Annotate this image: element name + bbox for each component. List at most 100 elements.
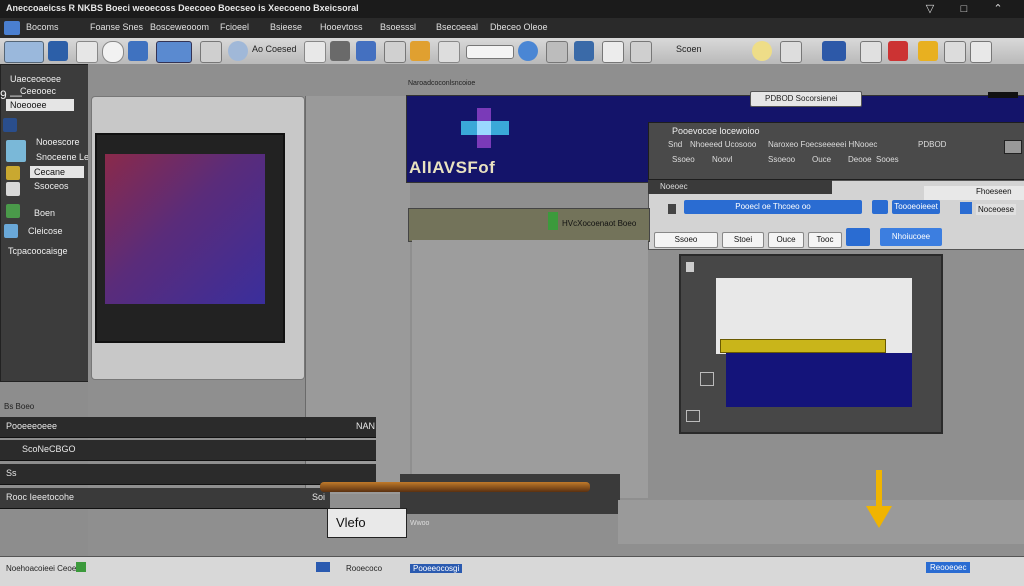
popup-field-1[interactable]: Snd: [668, 140, 682, 149]
popup-close-button[interactable]: [1004, 140, 1022, 154]
sidebar-item-selected[interactable]: Noeooee: [6, 99, 74, 111]
status-ok-icon: [76, 562, 86, 572]
print-icon[interactable]: [438, 41, 460, 63]
note-icon[interactable]: [918, 41, 938, 61]
sidebar-item-6[interactable]: Ssoceos: [34, 181, 69, 191]
star-icon[interactable]: [410, 41, 430, 61]
popup-title: Pooevocoe locewoioo: [672, 126, 760, 136]
dialog-primary-button[interactable]: Pooecl oe Thcoeo oo: [684, 200, 862, 214]
popup-field-4[interactable]: PDBOD: [918, 140, 946, 149]
viewer-handle-icon[interactable]: [700, 372, 714, 386]
menu-item-7[interactable]: Bsoesssl: [380, 22, 416, 32]
sidebar-item-1[interactable]: Uaeceoeoee: [10, 74, 61, 84]
film-icon[interactable]: [330, 41, 350, 61]
page-icon-2[interactable]: [970, 41, 992, 63]
popup-field-3[interactable]: Naroxeo Foecseeeeei HNooec: [768, 140, 877, 149]
flag-icon[interactable]: [888, 41, 908, 61]
close-button[interactable]: ⌃: [990, 2, 1006, 16]
sidebar-item-5[interactable]: Cecane: [30, 166, 84, 178]
file-tab-button[interactable]: [4, 41, 44, 63]
tree-icon: [6, 204, 20, 218]
dialog-right-check[interactable]: [960, 202, 972, 214]
menu-item-9[interactable]: Dbeceo Oleoe: [490, 22, 548, 32]
globe-icon[interactable]: [48, 41, 68, 61]
doc-icon-2[interactable]: [860, 41, 882, 63]
banner-window-controls[interactable]: [988, 92, 1018, 98]
list-icon[interactable]: [384, 41, 406, 63]
toolbar-label-1[interactable]: Ao Coesed: [252, 44, 297, 54]
menu-item-4[interactable]: Fcioeel: [220, 22, 249, 32]
popup-opt-3[interactable]: Ssoeoo: [768, 155, 795, 164]
folder-icon[interactable]: [356, 41, 376, 61]
menu-item-3[interactable]: Bosceweooom: [150, 22, 209, 32]
disc-icon[interactable]: [228, 41, 248, 61]
chart-icon[interactable]: [822, 41, 846, 61]
minimize-button[interactable]: ▽: [922, 2, 938, 16]
preview-screen[interactable]: [105, 154, 265, 304]
dialog-tab-3[interactable]: Ouce: [768, 232, 804, 248]
viewer-corner-icon[interactable]: [686, 410, 700, 422]
dialog-left-handle[interactable]: [668, 204, 676, 214]
bulb-icon[interactable]: [752, 41, 772, 61]
clip-label: Vlefo: [336, 515, 366, 530]
dialog-secondary-button[interactable]: Toooeoieeet: [892, 200, 940, 214]
lower-panel-label: HVcXocoenaot Boeo: [562, 219, 637, 228]
viewer-highlight-bar[interactable]: [720, 339, 886, 353]
popup-opt-5[interactable]: Deooe: [848, 155, 872, 164]
tag-icon[interactable]: [780, 41, 802, 63]
scrub-bar[interactable]: [320, 482, 590, 492]
dialog-side-icon[interactable]: [872, 200, 888, 214]
toolbar-label-2[interactable]: Scoen: [676, 44, 702, 54]
popup-opt-2[interactable]: Noovl: [712, 155, 732, 164]
globe-icon-2[interactable]: [518, 41, 538, 61]
menu-item-1[interactable]: Bocoms: [26, 22, 59, 32]
logo-cross-icon: [461, 108, 509, 148]
grid-icon[interactable]: [200, 41, 222, 63]
monitor-icon[interactable]: [574, 41, 594, 61]
timeline-track: [400, 474, 620, 514]
timeline-row-value-4: Soi: [312, 492, 326, 502]
banner-search-label: PDBOD Socorsienei: [765, 94, 838, 103]
dialog-right-label-2[interactable]: Noceoese: [976, 204, 1017, 215]
doc-icon: [6, 182, 20, 196]
maximize-button[interactable]: □: [956, 2, 972, 16]
sheet-icon[interactable]: [944, 41, 966, 63]
person-icon: [6, 140, 26, 162]
banner-tab-label[interactable]: Naroadcoconlsncoioe: [408, 80, 475, 87]
timeline-row-label-2: ScoNeCBGO: [22, 444, 76, 454]
dialog-tab-1[interactable]: Ssoeo: [654, 232, 718, 248]
menu-item-6[interactable]: Hooevtoss: [320, 22, 363, 32]
image-icon[interactable]: [128, 41, 148, 61]
tools-icon[interactable]: [546, 41, 568, 63]
popup-opt-4[interactable]: Ouce: [812, 155, 831, 164]
dialog-icon-button[interactable]: [846, 228, 870, 246]
sidebar-item-4[interactable]: Snoceene Le: [36, 152, 89, 162]
status-right[interactable]: Reooeoec: [926, 562, 971, 573]
status-center: Rooecoco: [346, 564, 383, 573]
page-icon[interactable]: [76, 41, 98, 63]
menu-item-8[interactable]: Bsecoeeal: [436, 22, 478, 32]
dialog-blue-button[interactable]: Nhoiucoee: [880, 228, 942, 246]
folder-icon: [3, 118, 17, 132]
sidebar-item-7[interactable]: Boen: [34, 208, 55, 218]
settings-icon[interactable]: [602, 41, 624, 63]
dialog-tab-2[interactable]: Stoei: [722, 232, 764, 248]
status-center-2[interactable]: Pooeeocosgi: [410, 564, 463, 573]
doc-icon[interactable]: [304, 41, 326, 63]
sidebar-panel: [0, 64, 90, 382]
circle-icon[interactable]: [102, 41, 124, 63]
popup-opt-1[interactable]: Ssoeo: [672, 155, 695, 164]
sidebar-item-9[interactable]: Tcpacoocaisge: [8, 246, 68, 256]
menu-item-2[interactable]: Foanse Snes: [90, 22, 143, 32]
banner-search-box[interactable]: PDBOD Socorsienei: [750, 91, 862, 107]
dialog-tab-4[interactable]: Tooc: [808, 232, 842, 248]
popup-opt-6[interactable]: Sooes: [876, 155, 899, 164]
sidebar-item-8[interactable]: Cleicose: [28, 226, 63, 236]
screen-icon[interactable]: [156, 41, 192, 63]
popup-field-2[interactable]: Nhoeeed Ucosooo: [690, 140, 756, 149]
slider-track[interactable]: [466, 45, 514, 59]
window-icon[interactable]: [630, 41, 652, 63]
sidebar-item-3[interactable]: Nooescore: [36, 137, 80, 147]
sidebar-item-2[interactable]: Ceeooec: [20, 86, 56, 96]
menu-item-5[interactable]: Bsieese: [270, 22, 302, 32]
